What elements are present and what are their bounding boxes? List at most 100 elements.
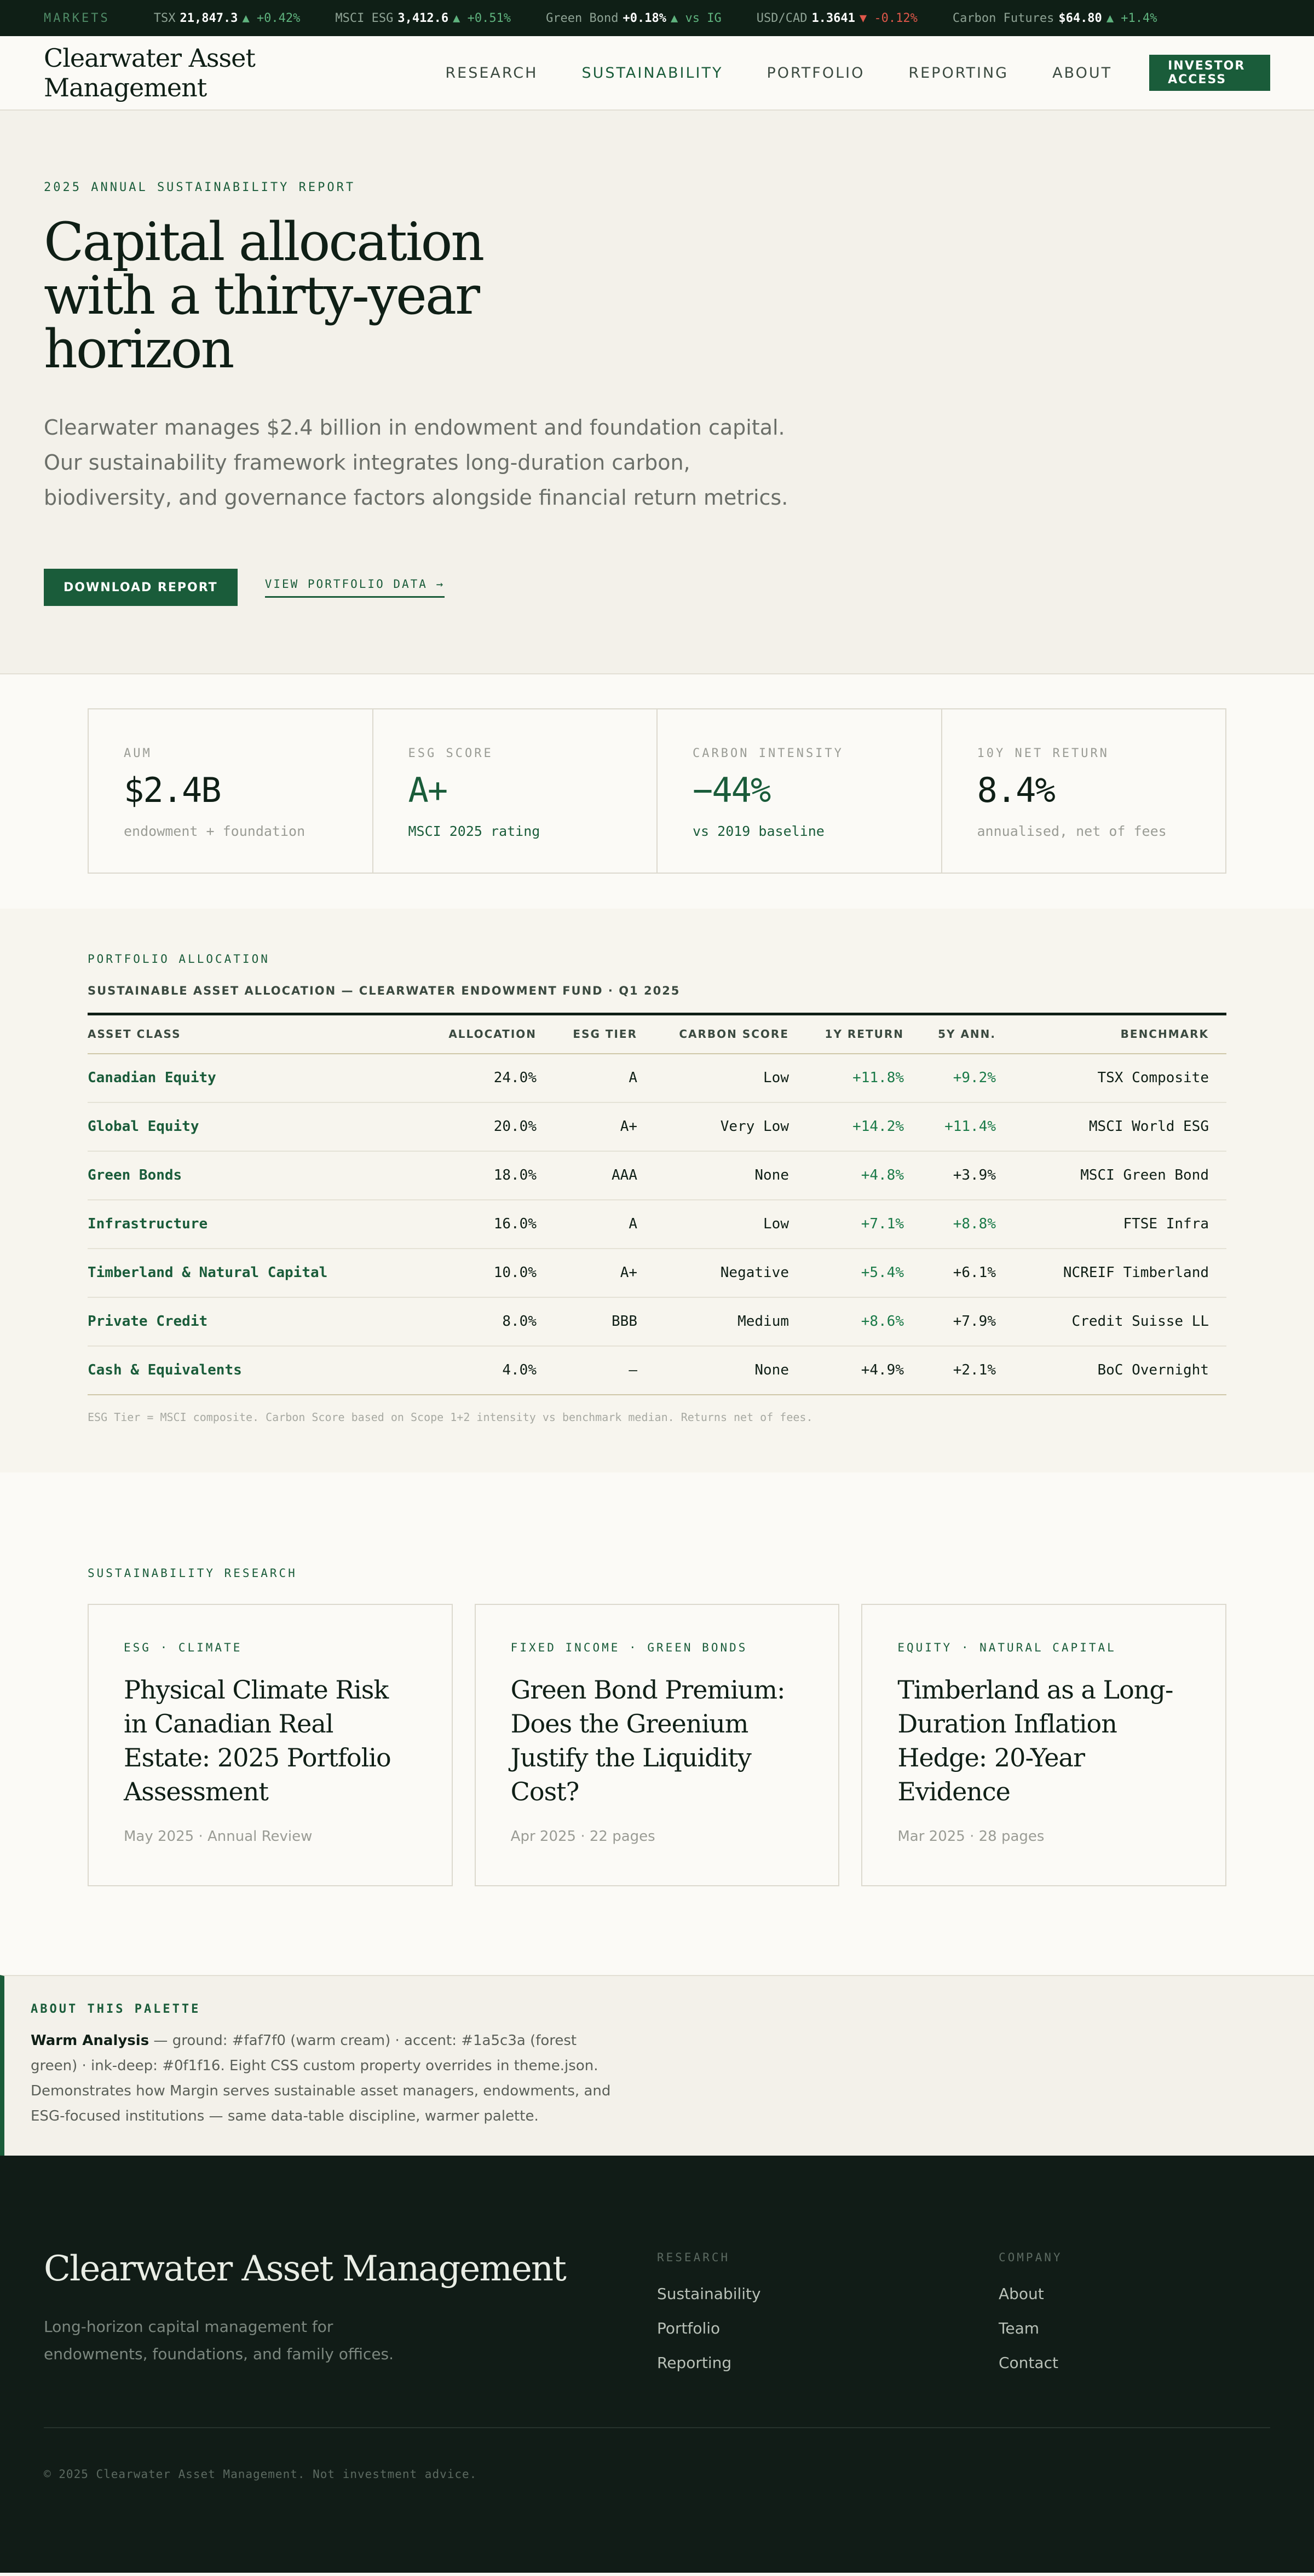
table-row: Green Bonds 18.0% AAA None +4.8% +3.9% MSCI Gr… (88, 1151, 1226, 1200)
card-tag: ESG · CLIMATE (124, 1641, 243, 1654)
ticker-change: ▲ +1.4% (1106, 11, 1157, 25)
card-title: Physical Climate Risk in Canadian Real E… (124, 1675, 391, 1806)
cell-asset-class[interactable]: Cash & Equivalents (88, 1345, 394, 1395)
stat-carbon-intensity: CARBON INTENSITY −44% vs 2019 baseline (658, 709, 942, 873)
stat-value: A+ (408, 770, 448, 810)
col-1y-return: 1Y RETURN (789, 1014, 904, 1054)
ticker-change: ▲ +0.51% (453, 11, 511, 25)
ticker-name: Carbon Futures (952, 11, 1054, 25)
stat-aum: AUM $2.4B endowment + foundation (89, 709, 373, 873)
footer-company-column: COMPANY About Team Contact (999, 2251, 1063, 2372)
footer-link-portfolio[interactable]: Portfolio (657, 2319, 761, 2337)
research-card[interactable]: ESG · CLIMATE Physical Climate Risk in C… (88, 1604, 453, 1886)
research-eyebrow: SUSTAINABILITY RESEARCH (88, 1567, 297, 1580)
cell-esg-tier: A+ (537, 1248, 637, 1298)
cell-esg-tier: A+ (537, 1102, 637, 1152)
ticker-item-carbon-futures: Carbon Futures $64.80 ▲ +1.4% (953, 11, 1157, 25)
cell-allocation: 16.0% (394, 1199, 537, 1249)
main-nav: RESEARCH SUSTAINABILITY PORTFOLIO REPORT… (401, 55, 1270, 91)
cell-1y-return: +7.1% (789, 1199, 904, 1249)
cell-1y-return: +4.8% (789, 1151, 904, 1200)
ticker-value: +0.18% (623, 11, 666, 25)
cell-5y-ann: +11.4% (904, 1102, 996, 1152)
cell-esg-tier: BBB (537, 1297, 637, 1347)
card-meta: May 2025 · Annual Review (124, 1828, 313, 1845)
allocation-eyebrow: PORTFOLIO ALLOCATION (88, 952, 270, 966)
table-row: Canadian Equity 24.0% A Low +11.8% +9.2% TSX C… (88, 1053, 1226, 1103)
cell-carbon-score: None (637, 1151, 789, 1200)
allocation-note: ESG Tier = MSCI composite. Carbon Score … (88, 1410, 813, 1424)
col-carbon-score: CARBON SCORE (637, 1014, 789, 1054)
footer-link-contact[interactable]: Contact (999, 2354, 1063, 2372)
hero-ctas: DOWNLOAD REPORT VIEW PORTFOLIO DATA → (44, 569, 1270, 606)
hero-lead: Clearwater manages $2.4 billion in endow… (44, 415, 788, 510)
stat-esg-score: ESG SCORE A+ MSCI 2025 rating (373, 709, 658, 873)
brand-logo[interactable]: Clearwater Asset Management (44, 43, 401, 102)
stat-sub: annualised, net of fees (977, 823, 1167, 839)
footer-link-sustainability[interactable]: Sustainability (657, 2285, 761, 2303)
hero-title: Capital allocation with a thirty-year ho… (44, 211, 485, 380)
ticker-name: USD/CAD (756, 11, 808, 25)
cell-asset-class[interactable]: Private Credit (88, 1297, 394, 1347)
ticker-name: MSCI ESG (335, 11, 394, 25)
table-row: Cash & Equivalents 4.0% — None +4.9% +2.1% BoC… (88, 1345, 1226, 1395)
cell-benchmark: NCREIF Timberland (996, 1248, 1226, 1298)
card-tag: FIXED INCOME · GREEN BONDS (510, 1641, 748, 1654)
footer-copyright: © 2025 Clearwater Asset Management. Not … (44, 2468, 477, 2481)
table-row: Global Equity 20.0% A+ Very Low +14.2% +11.4%… (88, 1102, 1226, 1152)
cell-asset-class[interactable]: Canadian Equity (88, 1053, 394, 1103)
investor-access-button[interactable]: INVESTOR ACCESS (1149, 55, 1270, 91)
ticker-change: ▲ vs IG (671, 11, 722, 25)
cell-asset-class[interactable]: Infrastructure (88, 1199, 394, 1249)
cell-allocation: 20.0% (394, 1102, 537, 1152)
research-card[interactable]: FIXED INCOME · GREEN BONDS Green Bond Pr… (474, 1604, 840, 1886)
col-5y-ann: 5Y ANN. (904, 1014, 996, 1054)
cell-5y-ann: +9.2% (904, 1053, 996, 1103)
ticker-item-green-bond: Green Bond +0.18% ▲ vs IG (546, 11, 722, 25)
cell-allocation: 8.0% (394, 1297, 537, 1347)
stats-grid: AUM $2.4B endowment + foundation ESG SCO… (88, 708, 1226, 874)
site-header: Clearwater Asset Management RESEARCH SUS… (0, 36, 1314, 111)
footer-research-column: RESEARCH Sustainability Portfolio Report… (657, 2251, 761, 2372)
col-asset-class: ASSET CLASS (88, 1014, 394, 1054)
ticker-item-usd-cad: USD/CAD 1.3641 ▼ -0.12% (757, 11, 918, 25)
ticker-item-tsx: TSX 21,847.3 ▲ +0.42% (154, 11, 301, 25)
footer-link-team[interactable]: Team (999, 2319, 1063, 2337)
market-ticker: MARKETS TSX 21,847.3 ▲ +0.42% MSCI ESG 3,41… (0, 0, 1314, 36)
card-title: Timberland as a Long-Duration Inflation … (897, 1675, 1173, 1806)
view-portfolio-data-link[interactable]: VIEW PORTFOLIO DATA → (264, 577, 445, 598)
ticker-item-msci-esg: MSCI ESG 3,412.6 ▲ +0.51% (335, 11, 511, 25)
research-card[interactable]: EQUITY · NATURAL CAPITAL Timberland as a… (861, 1604, 1227, 1886)
download-report-button[interactable]: DOWNLOAD REPORT (44, 569, 238, 606)
cell-esg-tier: — (537, 1345, 637, 1395)
cell-benchmark: BoC Overnight (996, 1345, 1226, 1395)
cell-5y-ann: +8.8% (904, 1199, 996, 1249)
site-footer: Clearwater Asset Management Long-horizon… (0, 2156, 1314, 2573)
research-cards: ESG · CLIMATE Physical Climate Risk in C… (88, 1604, 1227, 1886)
stat-sub: vs 2019 baseline (693, 823, 825, 839)
ticker-change: ▼ -0.12% (859, 11, 918, 25)
stat-label: AUM (124, 747, 152, 760)
footer-link-reporting[interactable]: Reporting (657, 2354, 761, 2372)
cell-benchmark: Credit Suisse LL (996, 1297, 1226, 1347)
nav-portfolio[interactable]: PORTFOLIO (766, 65, 865, 82)
stat-value: −44% (693, 770, 771, 810)
cell-allocation: 4.0% (394, 1345, 537, 1395)
cell-asset-class[interactable]: Global Equity (88, 1102, 394, 1152)
ticker-label: MARKETS (44, 11, 110, 25)
cell-1y-return: +14.2% (789, 1102, 904, 1152)
nav-sustainability[interactable]: SUSTAINABILITY (581, 65, 723, 82)
stat-sub: MSCI 2025 rating (408, 823, 540, 839)
cell-carbon-score: Low (637, 1199, 789, 1249)
cell-asset-class[interactable]: Green Bonds (88, 1151, 394, 1200)
allocation-subtitle: SUSTAINABLE ASSET ALLOCATION — CLEARWATE… (88, 984, 681, 997)
stat-label: 10Y NET RETURN (977, 747, 1109, 760)
cell-asset-class[interactable]: Timberland & Natural Capital (88, 1248, 394, 1298)
footer-link-about[interactable]: About (999, 2285, 1063, 2303)
cell-benchmark: FTSE Infra (996, 1199, 1226, 1249)
cell-esg-tier: A (537, 1199, 637, 1249)
nav-about[interactable]: ABOUT (1052, 65, 1112, 82)
nav-reporting[interactable]: REPORTING (908, 65, 1008, 82)
cell-allocation: 10.0% (394, 1248, 537, 1298)
nav-research[interactable]: RESEARCH (445, 65, 538, 82)
